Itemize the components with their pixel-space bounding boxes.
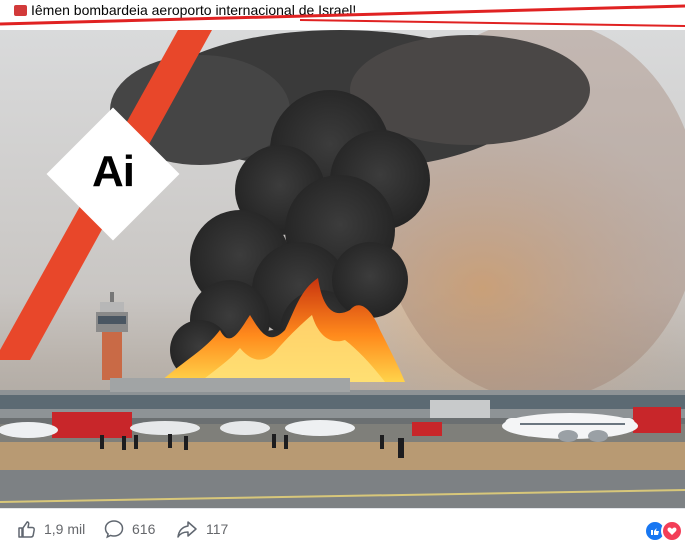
like-count: 1,9 mil [44, 521, 86, 537]
ai-badge-text: Ai [92, 147, 135, 196]
like-action[interactable]: 1,9 mil [16, 519, 85, 539]
post-image[interactable]: Ai [0, 30, 685, 508]
post-action-bar: 1,9 mil 616 117 [0, 508, 685, 552]
control-tower [96, 292, 128, 380]
thumbs-up-icon [18, 521, 35, 538]
caption-text: Iêmen bombardeia aeroporto internacional… [31, 2, 357, 18]
yemen-flag-icon [14, 4, 27, 16]
share-count: 117 [206, 521, 229, 537]
love-reaction-icon [661, 520, 683, 542]
reaction-summary[interactable] [644, 520, 683, 542]
comment-action[interactable]: 616 [104, 519, 155, 539]
comment-count: 616 [132, 521, 156, 537]
comment-icon [104, 520, 124, 539]
post-caption-bar: Iêmen bombardeia aeroporto internacional… [0, 0, 685, 30]
share-icon [177, 521, 197, 538]
share-action[interactable]: 117 [176, 519, 228, 539]
airport-fire-scene [0, 30, 685, 508]
post-caption: Iêmen bombardeia aeroporto internacional… [14, 2, 356, 18]
